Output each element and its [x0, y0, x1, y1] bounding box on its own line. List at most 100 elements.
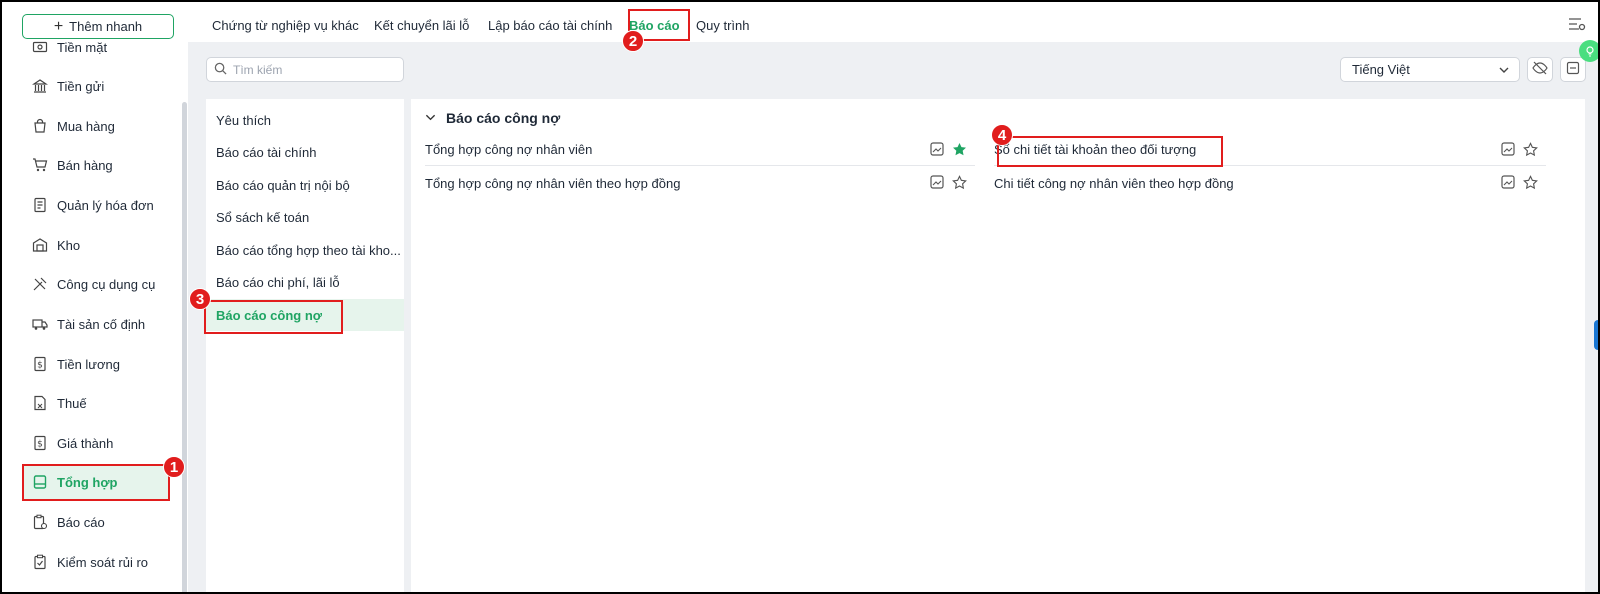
language-value: Tiếng Việt — [1352, 62, 1410, 77]
report-icon — [32, 514, 48, 530]
collapse-icon — [1566, 61, 1580, 78]
highlight-box-3 — [204, 300, 343, 334]
category-label: Yêu thích — [216, 112, 271, 128]
sidebar-item-cash[interactable]: Tiền mặt — [22, 29, 170, 65]
lightbulb-icon[interactable] — [1579, 40, 1598, 62]
sidebar-item-label: Kho — [57, 237, 81, 253]
sidebar-item-tax[interactable]: Thuế — [22, 385, 170, 421]
category-cost-profit[interactable]: Báo cáo chi phí, lãi lỗ — [206, 266, 404, 298]
preview-icon[interactable] — [930, 175, 944, 193]
tab-label: Lập báo cáo tài chính — [488, 17, 613, 33]
sidebar-item-deposit[interactable]: Tiền gửi — [22, 68, 170, 104]
warehouse-icon — [32, 237, 48, 253]
svg-text:$: $ — [37, 361, 43, 371]
sidebar-item-purchase[interactable]: Mua hàng — [22, 108, 170, 144]
collapse-button[interactable] — [1560, 57, 1586, 82]
tab-label: Quy trình — [696, 17, 750, 33]
report-item[interactable]: Chi tiết công nợ nhân viên theo hợp đồng — [994, 167, 1546, 199]
category-financial[interactable]: Báo cáo tài chính — [206, 136, 404, 168]
sidebar-item-risk-control[interactable]: Kiểm soát rủi ro — [22, 544, 170, 580]
category-accounting-books[interactable]: Sổ sách kế toán — [206, 201, 404, 233]
report-label: Tổng hợp công nợ nhân viên theo hợp đồng — [425, 175, 681, 191]
sidebar-item-label: Giá thành — [57, 435, 114, 451]
step-badge-2: 2 — [622, 30, 644, 52]
step-badge-1: 1 — [163, 456, 185, 478]
sidebar-item-fixed-assets[interactable]: Tài sản cố định — [22, 306, 170, 342]
report-label: Tổng hợp công nợ nhân viên — [425, 142, 593, 157]
category-account-summary[interactable]: Báo cáo tổng hợp theo tài kho... — [206, 234, 404, 266]
preview-icon[interactable] — [1501, 175, 1515, 193]
category-label: Báo cáo tài chính — [216, 144, 317, 160]
svg-text:$: $ — [37, 440, 43, 450]
sidebar-item-label: Kiểm soát rủi ro — [57, 554, 149, 570]
category-label: Sổ sách kế toán — [216, 209, 310, 225]
star-icon[interactable] — [1523, 142, 1538, 160]
price-icon: $ — [32, 435, 48, 451]
sidebar-item-sales[interactable]: Bán hàng — [22, 147, 170, 183]
highlight-box-1 — [22, 464, 170, 501]
top-tab-bar: Chứng từ nghiệp vụ khác Kết chuyển lãi l… — [188, 2, 1598, 42]
star-icon[interactable] — [952, 175, 967, 193]
language-select[interactable]: Tiếng Việt — [1340, 57, 1520, 82]
bank-icon — [32, 78, 48, 94]
sidebar-item-salary[interactable]: $ Tiền lương — [22, 346, 170, 382]
main-area: Tiếng Việt Yêu thích Báo cáo tài chính B… — [188, 40, 1598, 592]
sidebar-item-label: Tiền gửi — [57, 78, 105, 94]
report-item[interactable]: Tổng hợp công nợ nhân viên theo hợp đồng — [425, 167, 975, 199]
sidebar-item-cost-price[interactable]: $ Giá thành — [22, 425, 170, 461]
sidebar-item-label: Tài sản cố định — [57, 316, 146, 332]
search-input[interactable] — [233, 62, 393, 77]
preview-icon[interactable] — [1501, 142, 1515, 160]
report-list-panel: Báo cáo công nợ Tổng hợp công nợ nhân vi… — [411, 99, 1585, 592]
sidebar-item-tools[interactable]: Công cụ dụng cụ — [22, 266, 170, 302]
search-box[interactable] — [206, 57, 404, 82]
sidebar-item-label: Tiền mặt — [57, 39, 108, 55]
sidebar-item-label: Công cụ dụng cụ — [57, 276, 156, 292]
category-internal-management[interactable]: Báo cáo quản trị nội bộ — [206, 169, 404, 201]
highlight-box-4 — [997, 136, 1223, 167]
sidebar-item-invoices[interactable]: Quản lý hóa đơn — [22, 187, 170, 223]
chevron-down-icon — [425, 110, 436, 126]
salary-icon: $ — [32, 356, 48, 372]
sidebar: + Thêm nhanh Tiền mặt Tiền gửi Mua hàng … — [2, 2, 188, 592]
shopping-bag-icon — [32, 118, 48, 134]
sidebar-item-warehouse[interactable]: Kho — [22, 227, 170, 263]
tax-icon — [32, 395, 48, 411]
sidebar-item-label: Bán hàng — [57, 157, 113, 173]
invoice-icon — [32, 197, 48, 213]
step-badge-3: 3 — [189, 288, 211, 310]
category-favorites[interactable]: Yêu thích — [206, 104, 404, 136]
star-icon[interactable] — [1523, 175, 1538, 193]
column-settings-icon[interactable] — [1568, 16, 1586, 35]
cash-icon — [32, 39, 48, 55]
section-title: Báo cáo công nợ — [446, 110, 561, 126]
risk-icon — [32, 554, 48, 570]
eye-off-icon — [1532, 61, 1548, 78]
hide-button[interactable] — [1527, 57, 1553, 82]
sidebar-item-label: Quản lý hóa đơn — [57, 197, 154, 213]
chevron-down-icon — [1498, 64, 1510, 79]
side-panel-toggle[interactable] — [1594, 320, 1598, 350]
report-item[interactable]: Tổng hợp công nợ nhân viên — [425, 134, 975, 166]
preview-icon[interactable] — [930, 142, 944, 160]
sidebar-item-label: Tiền lương — [57, 356, 120, 372]
sidebar-item-reports[interactable]: Báo cáo — [22, 504, 170, 540]
sidebar-item-label: Mua hàng — [57, 118, 115, 134]
star-filled-icon[interactable] — [952, 142, 967, 160]
category-label: Báo cáo tổng hợp theo tài kho... — [216, 242, 401, 258]
step-badge-4: 4 — [991, 124, 1013, 146]
cart-icon — [32, 157, 48, 173]
tools-icon — [32, 276, 48, 292]
category-label: Báo cáo chi phí, lãi lỗ — [216, 274, 340, 290]
section-header[interactable]: Báo cáo công nợ — [425, 110, 560, 126]
sidebar-item-label: Báo cáo — [57, 514, 105, 530]
report-label: Chi tiết công nợ nhân viên theo hợp đồng — [994, 175, 1234, 191]
category-label: Báo cáo quản trị nội bộ — [216, 177, 350, 193]
tab-label: Chứng từ nghiệp vụ khác — [212, 17, 359, 33]
app-window: + Thêm nhanh Tiền mặt Tiền gửi Mua hàng … — [0, 0, 1600, 594]
sidebar-scrollbar[interactable] — [182, 102, 187, 592]
truck-icon — [32, 316, 48, 332]
sidebar-item-label: Thuế — [57, 395, 87, 411]
report-category-list: Yêu thích Báo cáo tài chính Báo cáo quản… — [206, 99, 404, 592]
tab-label: Kết chuyển lãi lỗ — [374, 17, 470, 33]
